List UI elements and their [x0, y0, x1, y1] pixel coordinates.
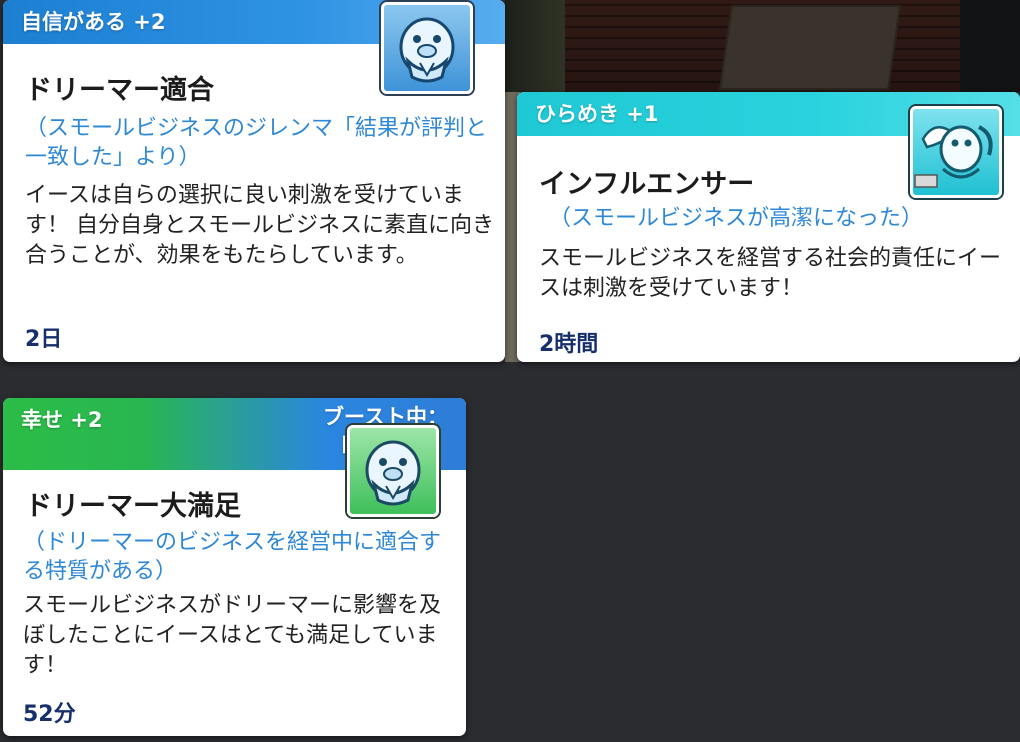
- winged-seal-icon: [910, 106, 1002, 198]
- moodlet-title: インフルエンサー: [539, 169, 755, 200]
- moodlet-description: イースは自らの選択に良い刺激を受けています！ 自分自身とスモールビジネスに素直に…: [25, 183, 494, 268]
- moodlet-source: （ドリーマーのビジネスを経営中に適合する特質がある）: [23, 530, 442, 584]
- moodlet-duration: 2日: [25, 327, 63, 352]
- moodlet-source: （スモールビジネスが高潔になった）: [549, 206, 924, 231]
- moodlet-duration: 52分: [23, 702, 76, 727]
- background-wall: [505, 0, 565, 92]
- moodlet-description: スモールビジネスを経営する社会的責任にイースは刺激を受けています！: [539, 246, 1002, 301]
- walrus-hands-clasped-icon: [347, 425, 439, 517]
- background-object: [719, 5, 901, 90]
- moodlet-source: （スモールビジネスのジレンマ「結果が評判と一致した」より）: [25, 116, 488, 170]
- moodlet-description: スモールビジネスがドリーマーに影響を及ぼしたことにイースはとても満足しています！: [23, 593, 442, 678]
- walrus-hands-clasped-icon: [381, 2, 473, 94]
- game-background: [505, 0, 1020, 92]
- moodlet-emotion: 幸せ +2: [21, 408, 103, 432]
- moodlet-title: ドリーマー大満足: [25, 491, 241, 522]
- moodlet-duration: 2時間: [539, 332, 599, 357]
- background-post: [960, 0, 1020, 92]
- moodlet-title: ドリーマー適合: [25, 75, 214, 106]
